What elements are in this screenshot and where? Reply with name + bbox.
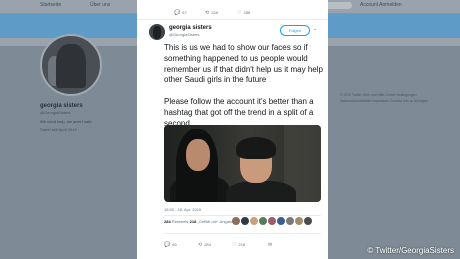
retweet-label: Retweets xyxy=(171,219,189,224)
like-button[interactable]: ♡ 288 xyxy=(237,10,250,16)
profile-joined: Dabei seit April 2019 xyxy=(40,127,77,132)
reply-icon: 💬 xyxy=(164,242,171,248)
account-links: Account Anmelden xyxy=(360,2,402,8)
author-avatar[interactable] xyxy=(149,24,165,40)
tweet-actions: 💬 65 ⟲ 284 ♡ 218 ✉ xyxy=(164,242,321,250)
avatar[interactable] xyxy=(277,217,285,225)
avatar[interactable] xyxy=(295,217,303,225)
avatar[interactable] xyxy=(304,217,312,225)
avatar[interactable] xyxy=(286,217,294,225)
retweet-icon: ⟲ xyxy=(198,242,203,248)
reply-button[interactable]: 💬 65 xyxy=(164,242,177,248)
heart-icon: ♡ xyxy=(232,242,237,248)
tweet-timestamp[interactable]: 18:50 - 18. Apr. 2019 xyxy=(164,207,201,212)
mail-icon: ✉ xyxy=(268,242,273,248)
about-link: Über uns xyxy=(90,2,111,8)
author-handle[interactable]: @GeorgiaSisters xyxy=(169,32,200,37)
direct-message-button[interactable]: ✉ xyxy=(268,242,274,248)
like-button[interactable]: ♡ 218 xyxy=(232,242,245,248)
author-name[interactable]: georgia sisters xyxy=(169,25,212,31)
reply-icon: 💬 xyxy=(174,10,181,16)
divider xyxy=(164,215,321,216)
reply-button[interactable]: 💬 67 xyxy=(174,10,187,16)
chevron-down-icon[interactable]: ⌄ xyxy=(313,26,317,32)
avatar[interactable] xyxy=(259,217,267,225)
follow-button[interactable]: Folgen xyxy=(280,25,310,36)
heart-icon: ♡ xyxy=(237,10,242,16)
profile-bio: We need help, we aren't safe xyxy=(40,119,92,124)
profile-avatar xyxy=(40,34,102,96)
tweet-card: 💬 67 ⟲ 228 ♡ 288 georgia sisters @GeorgiaSi… xyxy=(137,0,328,259)
home-link: Startseite xyxy=(40,2,62,8)
retweet-icon: ⟲ xyxy=(205,10,210,16)
profile-name: georgia sisters xyxy=(40,103,83,109)
previous-tweet-actions: 💬 67 ⟲ 228 ♡ 288 xyxy=(137,7,328,20)
avatar[interactable] xyxy=(241,217,249,225)
avatar[interactable] xyxy=(232,217,240,225)
footer-links: © 2019 Twitter Über uns Hilfe-Center Bed… xyxy=(340,93,429,103)
tweet-photo[interactable] xyxy=(164,125,321,202)
avatar[interactable] xyxy=(268,217,276,225)
retweet-button[interactable]: ⟲ 228 xyxy=(205,10,218,16)
like-label: „Gefällt mir“-Angaben xyxy=(197,219,236,224)
tweet-stats: 284 Retweets 218 „Gefällt mir“-Angaben xyxy=(164,219,236,224)
divider xyxy=(164,233,321,234)
like-count[interactable]: 218 xyxy=(190,219,197,224)
avatar[interactable] xyxy=(250,217,258,225)
tweet-text: This is us we had to show our faces so i… xyxy=(164,43,323,128)
retweet-count[interactable]: 284 xyxy=(164,219,171,224)
retweet-button[interactable]: ⟲ 284 xyxy=(198,242,211,248)
profile-handle: @GeorgiaSisters xyxy=(40,110,71,115)
image-credit: © Twitter/GeorgiaSisters xyxy=(367,246,454,255)
